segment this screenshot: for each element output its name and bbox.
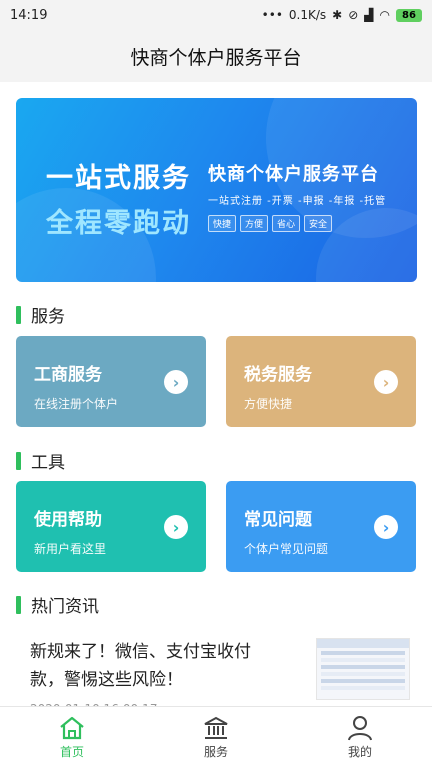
nav-mine[interactable]: 我的 [288,707,432,768]
chevron-right-icon: › [164,370,188,394]
tax-service-card[interactable]: 税务服务 方便快捷 › [226,336,416,427]
nav-services[interactable]: 服务 [144,707,288,768]
promo-banner[interactable]: 一站式服务 全程零跑动 快商个体户服务平台 一站式注册 -开票 -申报 -年报 … [16,98,417,282]
banner-subtitle: 一站式注册 -开票 -申报 -年报 -托管 [208,196,387,207]
section-news-label: 热门资讯 [31,597,99,617]
business-service-card[interactable]: 工商服务 在线注册个体户 › [16,336,206,427]
banner-tag: 方便 [240,215,269,232]
help-card[interactable]: 使用帮助 新用户看这里 › [16,481,206,572]
banner-tag: 快捷 [208,215,237,232]
status-icons: ••• 0.1K/s ✱ ⊘ ▟ ◠ 86 [262,8,422,22]
nav-services-label: 服务 [203,745,228,759]
chevron-right-icon: › [374,370,398,394]
battery-icon: 86 [396,8,422,22]
banner-slogan: 一站式服务 全程零跑动 [46,156,191,240]
section-services: 服务 [16,302,65,327]
news-item[interactable]: 新规来了！微信、支付宝收付款，警惕这些风险！ 2020-01-10 16:00:… [16,628,416,716]
section-tools-label: 工具 [31,453,65,473]
card-subtitle: 新用户看这里 [34,542,107,556]
card-subtitle: 方便快捷 [244,397,293,411]
chevron-right-icon: › [374,515,398,539]
banner-tags: 快捷 方便 省心 安全 [208,215,386,232]
section-services-label: 服务 [31,307,65,327]
banner-line1: 一站式服务 [46,163,191,194]
section-marker [16,305,21,324]
bluetooth-icon: ✱ [332,8,343,22]
chevron-right-icon: › [164,515,188,539]
bottom-nav: 首页 服务 我的 [0,706,432,768]
nav-home-label: 首页 [59,745,84,759]
banner-line2: 全程零跑动 [46,208,191,239]
faq-card[interactable]: 常见问题 个体户常见问题 › [226,481,416,572]
section-marker [16,595,21,614]
user-icon [348,716,372,741]
banner-tag: 省心 [272,215,301,232]
banner-title: 快商个体户服务平台 [208,164,379,185]
section-marker [16,451,21,470]
news-thumbnail [316,638,410,700]
section-tools: 工具 [16,448,65,473]
bank-icon [204,716,228,739]
card-subtitle: 个体户常见问题 [244,542,329,556]
news-title: 新规来了！微信、支付宝收付款，警惕这些风险！ [30,642,251,690]
banner-tag: 安全 [304,215,333,232]
page-title: 快商个体户服务平台 [0,30,432,82]
nav-home[interactable]: 首页 [0,707,144,768]
home-icon [60,716,84,740]
network-speed: 0.1K/s [288,8,327,22]
status-time: 14:19 [10,7,48,23]
status-bar: 14:19 ••• 0.1K/s ✱ ⊘ ▟ ◠ 86 [0,0,432,30]
dots-icon: ••• [261,8,283,22]
section-news: 热门资讯 [16,592,99,617]
nav-mine-label: 我的 [347,745,372,759]
banner-info: 快商个体户服务平台 一站式注册 -开票 -申报 -年报 -托管 快捷 方便 省心… [208,160,386,232]
signal-icon: ▟ [364,8,374,22]
wifi-icon: ◠ [379,8,390,22]
card-subtitle: 在线注册个体户 [34,397,119,411]
mute-icon: ⊘ [348,8,359,22]
